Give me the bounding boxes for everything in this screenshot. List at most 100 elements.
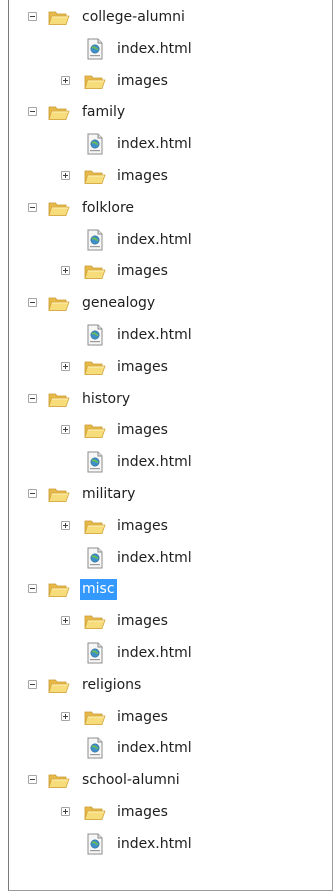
tree-node-label[interactable]: images (115, 707, 170, 728)
plus-box-icon[interactable] (61, 807, 70, 816)
tree-node-label[interactable]: college-alumni (80, 7, 187, 28)
folder-icon (48, 104, 70, 121)
tree-node-label[interactable]: religions (80, 675, 143, 696)
html-document-icon (86, 133, 104, 155)
tree-node-religions[interactable]: religions (9, 670, 332, 701)
tree-node-history[interactable]: history (9, 384, 332, 415)
plus-box-icon[interactable] (61, 266, 70, 276)
tree-node-label[interactable]: history (80, 389, 132, 410)
tree-node-images[interactable]: images (9, 415, 332, 446)
tree-node-label[interactable]: index.html (115, 39, 194, 60)
tree-node-label[interactable]: index.html (115, 134, 194, 155)
plus-box-icon[interactable] (61, 171, 70, 180)
minus-box-icon[interactable] (28, 489, 37, 498)
tree-node-label[interactable]: images (115, 166, 170, 187)
tree-node-misc[interactable]: misc (9, 574, 332, 605)
html-document-icon (86, 229, 104, 251)
folder-icon (48, 772, 70, 789)
tree-node-index-html[interactable]: index.html (9, 225, 332, 256)
tree-node-index-html[interactable]: index.html (9, 129, 332, 160)
tree-node-label[interactable]: index.html (115, 738, 194, 759)
minus-box-icon[interactable] (28, 298, 37, 308)
tree-node-label[interactable]: family (80, 102, 127, 123)
tree-node-images[interactable]: images (9, 352, 332, 383)
folder-icon (48, 9, 70, 26)
tree-node-label[interactable]: images (115, 261, 170, 282)
plus-box-icon[interactable] (61, 520, 70, 530)
tree-node-label[interactable]: index.html (115, 643, 194, 664)
tree-node-images[interactable]: images (9, 511, 332, 542)
plus-box-icon[interactable] (61, 361, 70, 371)
html-document-icon (86, 642, 104, 664)
plus-box-icon[interactable] (61, 711, 70, 721)
tree-node-school-alumni[interactable]: school-alumni (9, 765, 332, 796)
tree-node-images[interactable]: images (9, 702, 332, 733)
tree-node-index-html[interactable]: index.html (9, 34, 332, 65)
tree-node-genealogy[interactable]: genealogy (9, 288, 332, 319)
tree-node-index-html[interactable]: index.html (9, 447, 332, 478)
tree-node-label[interactable]: index.html (115, 325, 194, 346)
folder-icon (84, 263, 106, 280)
folder-icon (48, 391, 70, 408)
html-document-icon (86, 547, 104, 569)
tree-node-index-html[interactable]: index.html (9, 638, 332, 669)
minus-box-icon[interactable] (28, 584, 37, 594)
tree-node-index-html[interactable]: index.html (9, 320, 332, 351)
folder-icon (48, 581, 70, 598)
tree-node-military[interactable]: military (9, 479, 332, 510)
folder-icon (84, 73, 106, 90)
minus-box-icon[interactable] (28, 12, 37, 21)
folder-icon (48, 677, 70, 694)
tree-node-images[interactable]: images (9, 797, 332, 828)
folder-icon (84, 168, 106, 185)
tree-node-label[interactable]: index.html (115, 834, 194, 855)
minus-box-icon[interactable] (28, 775, 37, 785)
tree-node-label[interactable]: images (115, 420, 170, 441)
folder-icon (48, 200, 70, 217)
minus-box-icon[interactable] (28, 393, 37, 403)
file-tree: college-alumni index.html images family … (8, 0, 333, 891)
folder-icon (48, 486, 70, 503)
folder-icon (84, 518, 106, 535)
folder-icon (84, 804, 106, 821)
tree-node-index-html[interactable]: index.html (9, 543, 332, 574)
tree-node-label[interactable]: folklore (80, 198, 136, 219)
tree-node-images[interactable]: images (9, 66, 332, 97)
tree-node-label[interactable]: images (115, 516, 170, 537)
tree-node-label[interactable]: images (115, 802, 170, 823)
html-document-icon (86, 737, 104, 759)
tree-node-college-alumni[interactable]: college-alumni (9, 2, 332, 33)
minus-box-icon[interactable] (28, 679, 37, 689)
plus-box-icon[interactable] (61, 616, 70, 626)
tree-node-label[interactable]: index.html (115, 452, 194, 473)
tree-node-label[interactable]: images (115, 611, 170, 632)
tree-node-index-html[interactable]: index.html (9, 829, 332, 860)
tree-node-folklore[interactable]: folklore (9, 193, 332, 224)
plus-box-icon[interactable] (61, 425, 70, 435)
tree-node-label[interactable]: misc (80, 579, 117, 601)
tree-node-index-html[interactable]: index.html (9, 733, 332, 764)
tree-node-label[interactable]: index.html (115, 548, 194, 569)
tree-node-label[interactable]: genealogy (80, 293, 157, 314)
folder-icon (84, 359, 106, 376)
tree-node-label[interactable]: school-alumni (80, 770, 182, 791)
folder-icon (48, 295, 70, 312)
tree-node-images[interactable]: images (9, 256, 332, 287)
tree-node-label[interactable]: military (80, 484, 137, 505)
html-document-icon (86, 324, 104, 346)
folder-icon (84, 613, 106, 630)
minus-box-icon[interactable] (28, 202, 37, 212)
html-document-icon (86, 833, 104, 855)
tree-node-family[interactable]: family (9, 97, 332, 128)
tree-node-images[interactable]: images (9, 161, 332, 192)
tree-node-label[interactable]: images (115, 71, 170, 92)
plus-box-icon[interactable] (61, 75, 70, 85)
tree-node-images[interactable]: images (9, 606, 332, 637)
html-document-icon (86, 38, 104, 60)
tree-node-label[interactable]: index.html (115, 230, 194, 251)
minus-box-icon[interactable] (28, 107, 37, 117)
folder-icon (84, 422, 106, 439)
folder-icon (84, 709, 106, 726)
html-document-icon (86, 451, 104, 473)
tree-node-label[interactable]: images (115, 357, 170, 378)
